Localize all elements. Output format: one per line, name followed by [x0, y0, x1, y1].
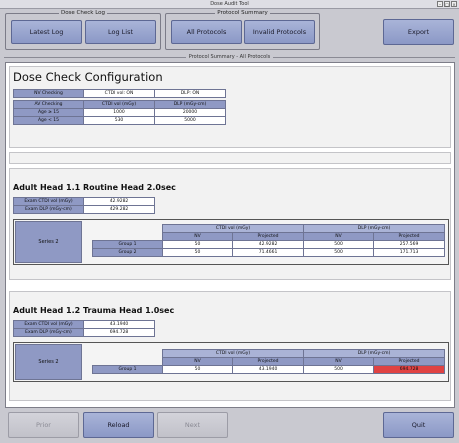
invalid-protocols-button[interactable]: Invalid Protocols [244, 20, 315, 44]
age-dlp-value: 20000 [154, 108, 226, 117]
export-button[interactable]: Export [383, 19, 454, 45]
footer-bar: Prior Reload Next Quit [0, 408, 459, 443]
nv-ctdi-value: CTDI vol: ON [83, 89, 155, 98]
section-title: Protocol Summary - All Protocols [185, 54, 274, 60]
table-row: NV Projected NV Projected [93, 232, 446, 241]
exam-dlp-value: 429.282 [83, 205, 155, 214]
nv-checking-label: NV Checking [13, 89, 84, 98]
group-label: Group 2 [92, 248, 163, 257]
table-row: Exam DLP (mGy-cm) 694.728 [13, 328, 155, 337]
dlp-header: DLP (mGy-cm) [154, 100, 226, 109]
table-row: Exam DLP (mGy-cm) 429.282 [13, 205, 155, 214]
exam-dlp-value: 694.728 [83, 328, 155, 337]
log-list-button[interactable]: Log List [85, 20, 156, 44]
exam-ctdi-value: 42.9282 [83, 197, 155, 206]
table-row: CTDI vol (mGy) DLP (mGy-cm) [93, 349, 446, 358]
table-row: Age < 15 530 5000 [13, 116, 226, 125]
protocol-title: Adult Head 1.2 Trauma Head 1.0sec [13, 306, 175, 315]
protocol-title: Adult Head 1.1 Routine Head 2.0sec [13, 183, 176, 192]
nv-header: NV [303, 232, 375, 241]
dlp-nv-value: 500 [303, 240, 375, 249]
ctdi-nv-value: 50 [162, 365, 233, 374]
all-protocols-button[interactable]: All Protocols [171, 20, 242, 44]
nv-header: NV [162, 357, 233, 366]
ctdi-header: CTDI vol (mGy) [161, 349, 305, 358]
projected-header: Projected [231, 357, 305, 366]
ctdi-header: CTDI vol (mGy) [161, 224, 305, 233]
ctdi-header: CTDI vol (mGy) [83, 100, 155, 109]
reload-button[interactable]: Reload [83, 412, 154, 438]
config-table: NV Checking CTDI vol: ON DLP: ON AV Chec… [13, 89, 226, 125]
series-table: CTDI vol (mGy) DLP (mGy-cm) NV Projected… [92, 224, 446, 257]
exam-ctdi-value: 43.1940 [83, 320, 155, 329]
dlp-header: DLP (mGy-cm) [303, 224, 446, 233]
ctdi-nv-value: 50 [162, 240, 233, 249]
quit-button[interactable]: Quit [383, 412, 454, 438]
exam-ctdi-label: Exam CTDI vol (mGy) [13, 320, 84, 329]
table-row: Exam CTDI vol (mGy) 42.9282 [13, 197, 155, 206]
projected-header: Projected [231, 232, 305, 241]
ctdi-projected-value: 43.1940 [231, 365, 305, 374]
table-row: Group 2 50 71.4661 500 171.713 [92, 248, 446, 257]
group-label: Group 1 [92, 240, 163, 249]
table-row: NV Projected NV Projected [93, 357, 446, 366]
window-titlebar: Dose Audit Tool – □ × [0, 0, 459, 9]
ctdi-projected-value: 71.4661 [231, 248, 305, 257]
dose-check-log-label: Dose Check Log [58, 10, 108, 16]
table-row: AV Checking CTDI vol (mGy) DLP (mGy-cm) [13, 100, 226, 109]
series-label: Series 2 [15, 344, 82, 380]
series-label: Series 2 [15, 221, 82, 263]
prior-button[interactable]: Prior [8, 412, 79, 438]
age-ctdi-value: 530 [83, 116, 155, 125]
config-title: Dose Check Configuration [13, 70, 163, 84]
table-row: Group 1 50 42.9282 500 257.569 [92, 240, 446, 249]
maximize-icon[interactable]: □ [444, 1, 450, 7]
exam-summary-table: Exam CTDI vol (mGy) 42.9282 Exam DLP (mG… [13, 197, 155, 214]
spacer-panel [9, 152, 451, 164]
minimize-icon[interactable]: – [437, 1, 443, 7]
protocol-scroll-area[interactable]: Dose Check Configuration NV Checking CTD… [5, 62, 455, 408]
dlp-nv-value: 500 [303, 365, 375, 374]
next-button[interactable]: Next [157, 412, 228, 438]
ctdi-projected-value: 42.9282 [231, 240, 305, 249]
table-row: Exam CTDI vol (mGy) 43.1940 [13, 320, 155, 329]
dlp-header: DLP (mGy-cm) [303, 349, 446, 358]
window-title: Dose Audit Tool [210, 1, 249, 7]
dlp-projected-value-alert: 694.728 [373, 365, 446, 374]
exam-ctdi-label: Exam CTDI vol (mGy) [13, 197, 84, 206]
dlp-projected-value: 171.713 [373, 248, 446, 257]
table-row: NV Checking CTDI vol: ON DLP: ON [13, 89, 226, 98]
series-box: Series 2 CTDI vol (mGy) DLP (mGy-cm) NV … [13, 342, 449, 382]
dlp-nv-value: 500 [303, 248, 375, 257]
ctdi-nv-value: 50 [162, 248, 233, 257]
age-row-label: Age < 15 [13, 116, 84, 125]
nv-dlp-value: DLP: ON [154, 89, 226, 98]
series-table: CTDI vol (mGy) DLP (mGy-cm) NV Projected… [92, 349, 446, 374]
exam-dlp-label: Exam DLP (mGy-cm) [13, 205, 84, 214]
exam-summary-table: Exam CTDI vol (mGy) 43.1940 Exam DLP (mG… [13, 320, 155, 337]
latest-log-button[interactable]: Latest Log [11, 20, 82, 44]
exam-dlp-label: Exam DLP (mGy-cm) [13, 328, 84, 337]
group-label: Group 1 [92, 365, 163, 374]
projected-header: Projected [373, 357, 446, 366]
table-row: CTDI vol (mGy) DLP (mGy-cm) [93, 224, 446, 233]
nv-header: NV [162, 232, 233, 241]
section-title-bar: Protocol Summary - All Protocols [0, 52, 459, 62]
close-icon[interactable]: × [451, 1, 457, 7]
projected-header: Projected [373, 232, 446, 241]
age-ctdi-value: 1000 [83, 108, 155, 117]
av-checking-label: AV Checking [13, 100, 84, 109]
age-row-label: Age ≥ 15 [13, 108, 84, 117]
protocol-summary-label: Protocol Summary [215, 10, 270, 16]
dlp-projected-value: 257.569 [373, 240, 446, 249]
protocol-panel: Adult Head 1.2 Trauma Head 1.0sec Exam C… [9, 291, 451, 401]
nv-header: NV [303, 357, 375, 366]
series-box: Series 2 CTDI vol (mGy) DLP (mGy-cm) NV … [13, 219, 449, 265]
age-dlp-value: 5000 [154, 116, 226, 125]
table-row: Group 1 50 43.1940 500 694.728 [92, 365, 446, 374]
table-row: Age ≥ 15 1000 20000 [13, 108, 226, 117]
config-panel: Dose Check Configuration NV Checking CTD… [9, 66, 451, 148]
protocol-panel: Adult Head 1.1 Routine Head 2.0sec Exam … [9, 168, 451, 280]
